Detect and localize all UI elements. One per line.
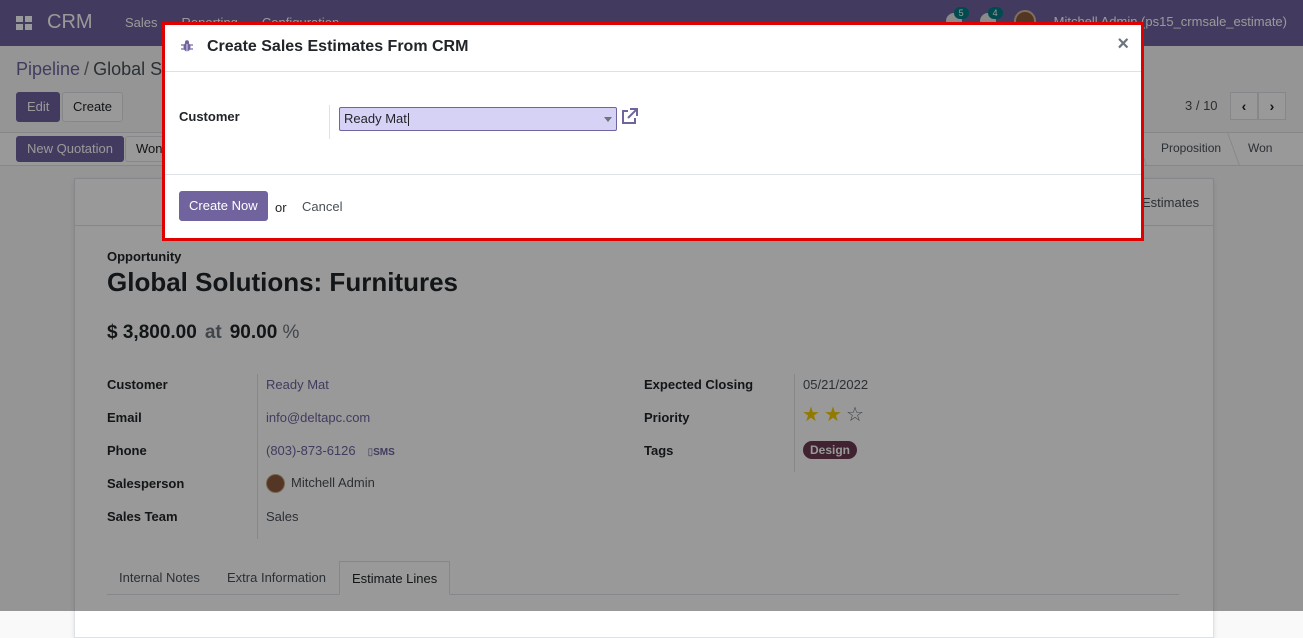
bug-icon xyxy=(181,40,193,52)
close-icon[interactable]: × xyxy=(1117,34,1129,54)
dialog-customer-label: Customer xyxy=(179,109,240,124)
customer-field-value: Ready Mat xyxy=(344,111,407,126)
dialog-title: Create Sales Estimates From CRM xyxy=(207,38,469,55)
or-text: or xyxy=(275,200,287,215)
create-now-button[interactable]: Create Now xyxy=(179,191,268,221)
dialog-body: Customer Ready Mat xyxy=(165,72,1141,174)
create-estimate-dialog: Create Sales Estimates From CRM × Custom… xyxy=(162,22,1144,241)
dialog-header: Create Sales Estimates From CRM × xyxy=(165,25,1141,72)
customer-field[interactable]: Ready Mat xyxy=(339,107,617,131)
cancel-button[interactable]: Cancel xyxy=(302,199,342,214)
dialog-footer: Create Now or Cancel xyxy=(165,174,1141,241)
field-divider xyxy=(329,105,330,139)
external-link-icon[interactable] xyxy=(620,107,639,126)
text-cursor xyxy=(407,113,409,127)
dropdown-caret-icon[interactable] xyxy=(604,117,612,122)
